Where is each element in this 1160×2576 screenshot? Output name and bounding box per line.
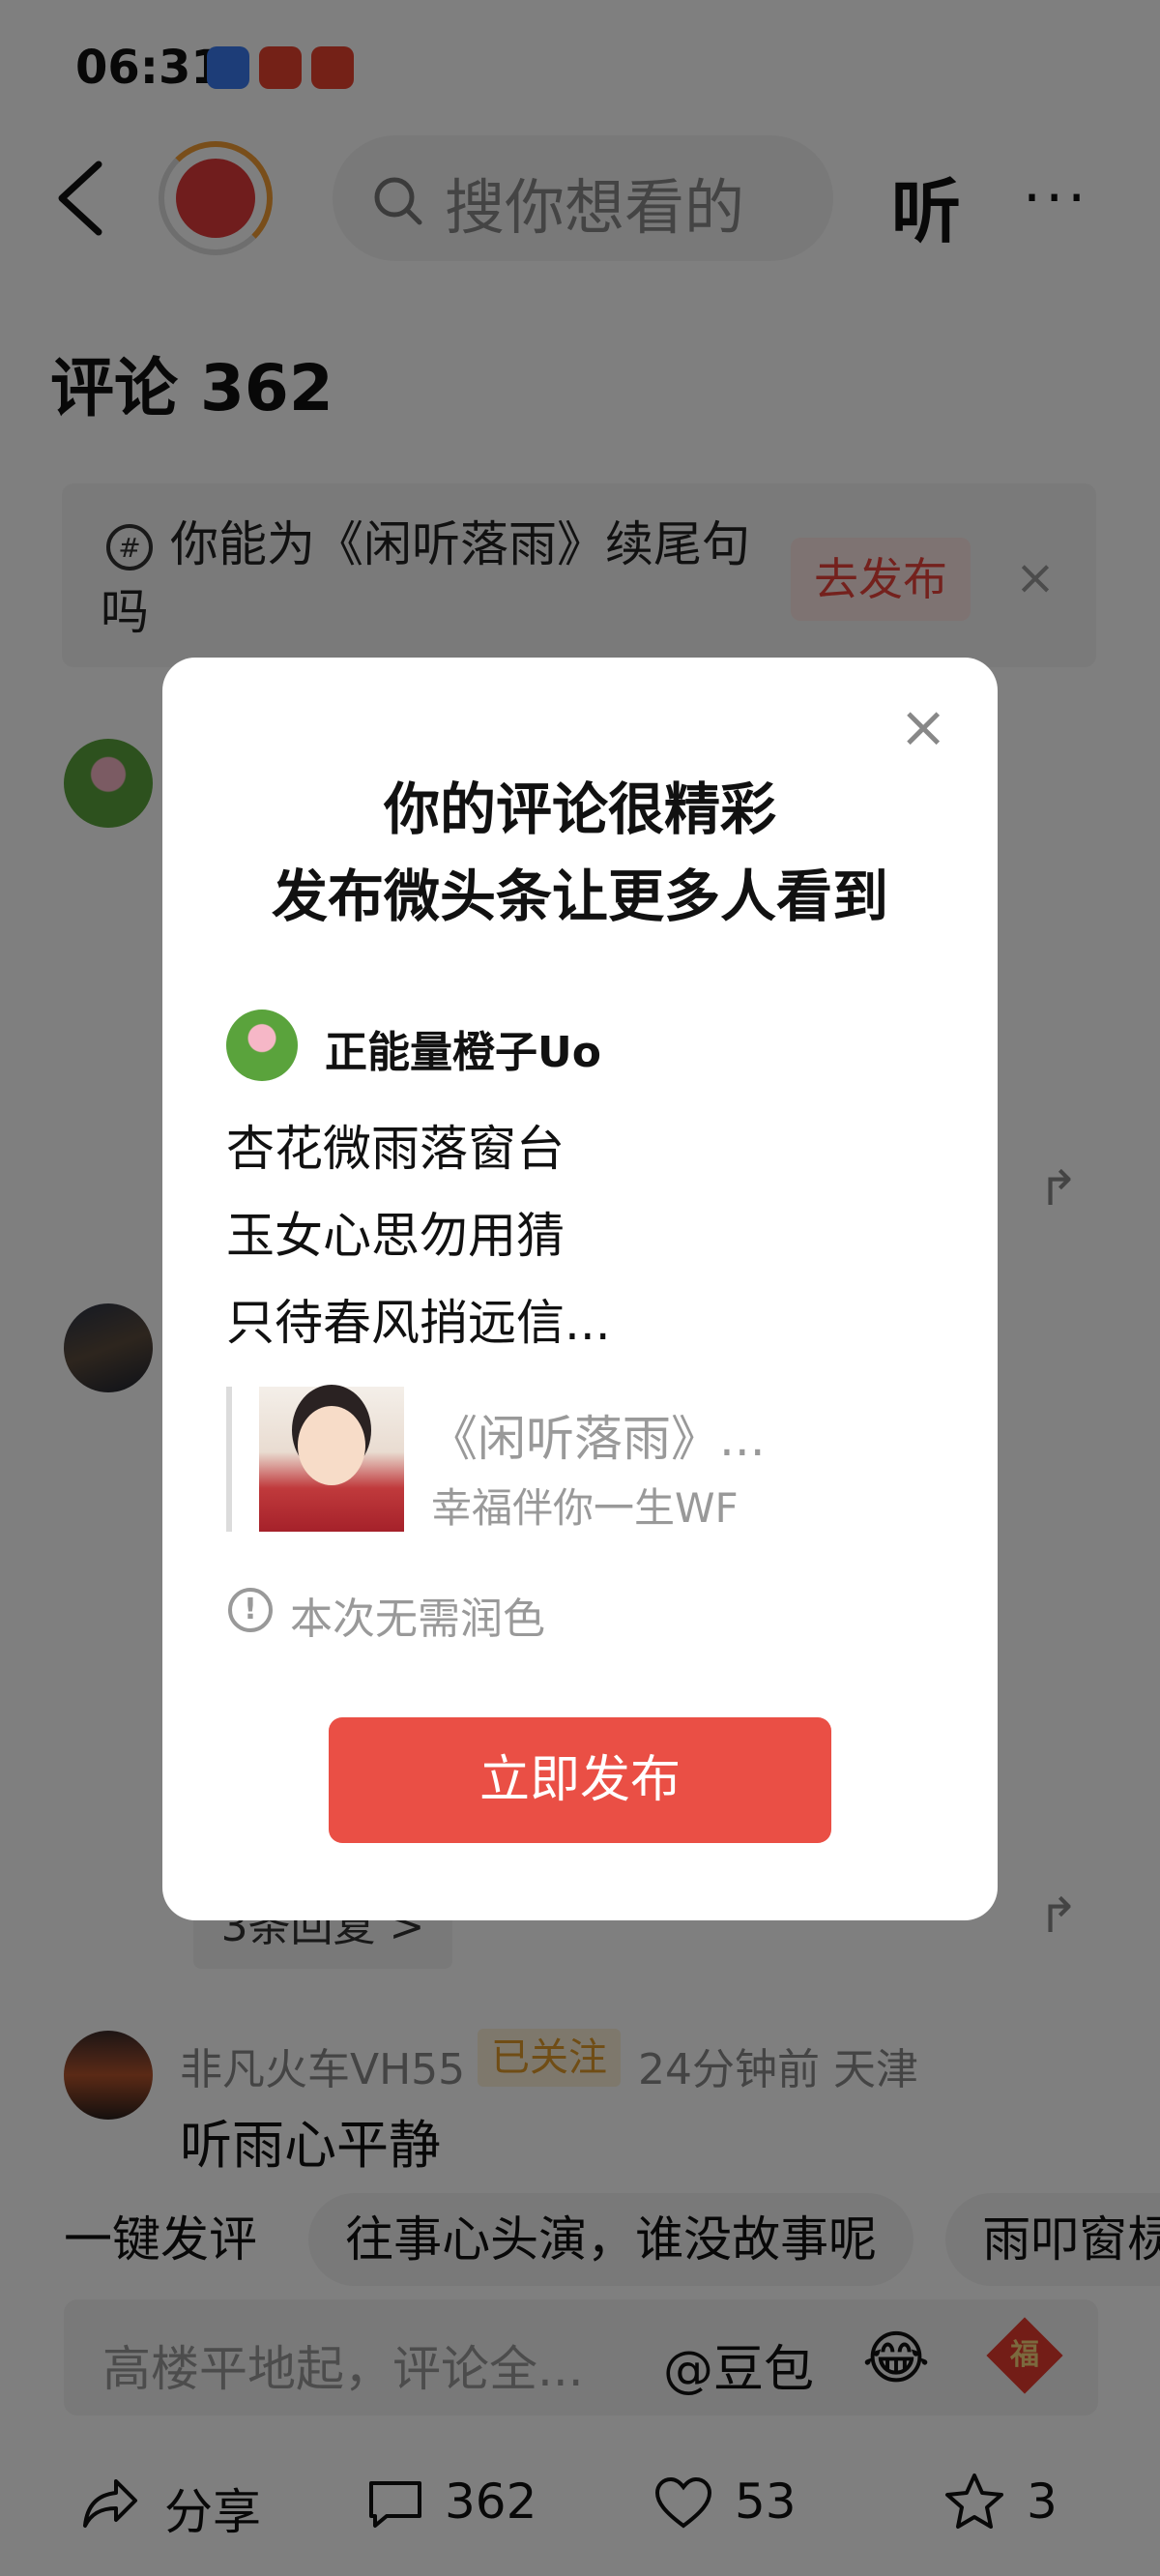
polish-notice: 本次无需润色 (290, 1595, 545, 1644)
dialog-close-icon[interactable]: × (899, 698, 947, 756)
dialog-title: 你的评论很精彩 (383, 776, 776, 842)
avatar (226, 1010, 298, 1081)
dialog-subtitle: 发布微头条让更多人看到 (271, 864, 888, 929)
publish-now-button[interactable]: 立即发布 (329, 1717, 831, 1843)
quote-thumbnail-face (298, 1406, 365, 1485)
poem-line: 玉女心思勿用猜 (226, 1208, 565, 1264)
quote-author: 幸福伴你一生WF (431, 1484, 739, 1532)
poem-line: 杏花微雨落窗台 (226, 1121, 565, 1177)
info-icon: ! (228, 1588, 273, 1632)
dialog-username: 正能量橙子Uo (325, 1028, 601, 1077)
quote-bar (226, 1387, 232, 1532)
poem-line: 只待春风捎远信... (226, 1295, 611, 1351)
quote-title: 《闲听落雨》... (429, 1411, 766, 1467)
